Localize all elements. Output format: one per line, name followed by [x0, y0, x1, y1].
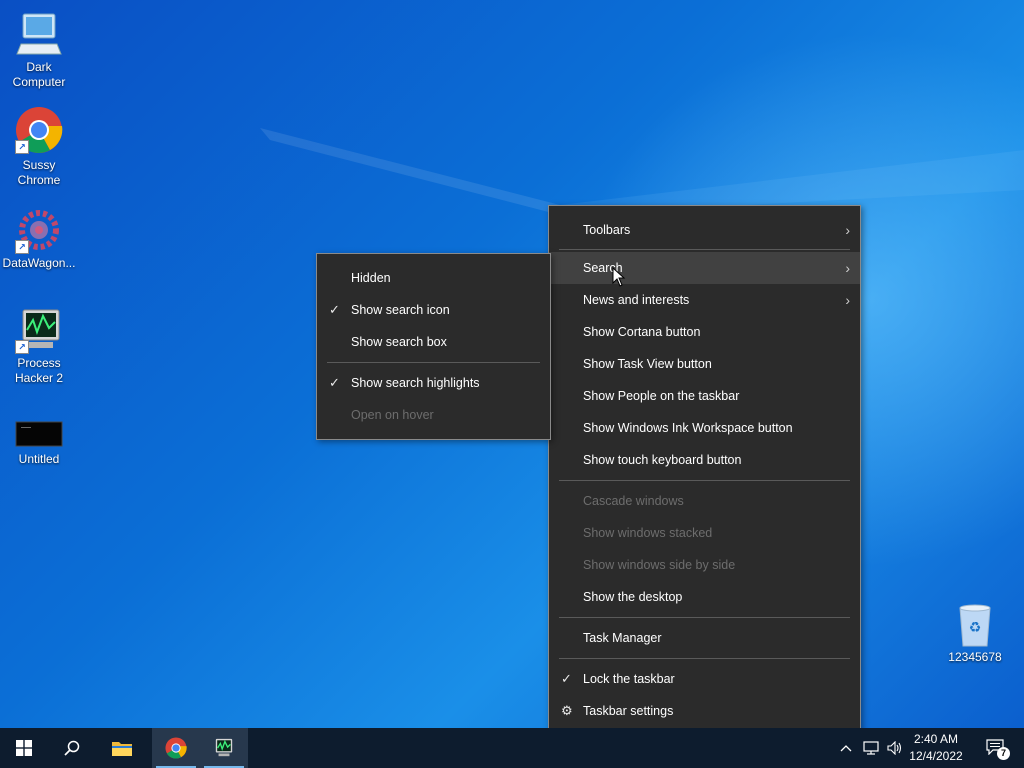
menu-item-show-cortana[interactable]: Show Cortana button — [549, 316, 860, 348]
start-button[interactable] — [0, 728, 48, 768]
checkmark-icon: ✓ — [329, 302, 340, 317]
menu-item-cascade-windows: Cascade windows — [549, 485, 860, 517]
search-icon — [64, 740, 80, 756]
taskbar[interactable]: 2:40 AM 12/4/2022 7 — [0, 728, 1024, 768]
recycle-bin-icon: ♻ — [951, 600, 999, 648]
desktop-icon-label: Untitled — [18, 452, 60, 466]
chrome-taskbar-button[interactable] — [152, 728, 200, 768]
menu-item-label: Show Windows Ink Workspace button — [583, 421, 793, 435]
desktop-icon-sussy-chrome[interactable]: ↗ Sussy Chrome — [1, 106, 77, 188]
desktop-icon-label: 12345678 — [948, 650, 1002, 664]
menu-item-label: Show touch keyboard button — [583, 453, 742, 467]
menu-item-label: Show Cortana button — [583, 325, 701, 339]
menu-item-label: Lock the taskbar — [583, 672, 675, 686]
menu-item-news-and-interests[interactable]: News and interests › — [549, 284, 860, 316]
speaker-icon — [887, 741, 902, 755]
shortcut-arrow-icon: ↗ — [15, 240, 29, 254]
chrome-icon — [165, 737, 187, 759]
checkmark-icon: ✓ — [329, 375, 340, 390]
menu-item-label: Toolbars — [583, 223, 631, 237]
shortcut-arrow-icon: ↗ — [15, 140, 29, 154]
action-center-button[interactable]: 7 — [976, 728, 1016, 768]
taskbar-context-menu: Toolbars › Search › News and interests ›… — [548, 205, 861, 734]
desktop-icon-label: DataWagon... — [2, 256, 76, 270]
menu-item-label: Cascade windows — [583, 494, 684, 508]
svg-text:♻: ♻ — [969, 620, 982, 636]
menu-separator — [327, 362, 540, 363]
chevron-right-icon: › — [845, 222, 850, 238]
menu-item-label: Taskbar settings — [583, 704, 674, 718]
desktop-icon-datawagon[interactable]: ↗ DataWagon... — [1, 206, 77, 271]
menu-item-label: Show search box — [351, 335, 447, 349]
menu-item-label: Open on hover — [351, 408, 434, 422]
clock-date: 12/4/2022 — [909, 749, 963, 763]
volume-button[interactable] — [884, 728, 906, 768]
menu-item-label: Show the desktop — [583, 590, 683, 604]
show-hidden-icons-button[interactable] — [836, 728, 856, 768]
mouse-cursor-icon — [612, 267, 626, 287]
desktop-icon-process-hacker[interactable]: ↗ Process Hacker 2 — [1, 306, 77, 386]
menu-item-search[interactable]: Search › — [549, 252, 860, 284]
menu-item-show-people[interactable]: Show People on the taskbar — [549, 380, 860, 412]
menu-item-show-ink-workspace[interactable]: Show Windows Ink Workspace button — [549, 412, 860, 444]
desktop-icon-label: Sussy Chrome — [17, 158, 61, 187]
network-button[interactable] — [860, 728, 882, 768]
process-hacker-icon: ↗ — [15, 306, 63, 354]
submenu-item-show-search-box[interactable]: Show search box — [317, 326, 550, 358]
process-hacker-icon — [215, 738, 233, 757]
desktop-icon-label: Dark Computer — [12, 60, 66, 89]
submenu-item-show-search-icon[interactable]: ✓ Show search icon — [317, 294, 550, 326]
desktop-icon-untitled[interactable]: Untitled — [1, 418, 77, 467]
menu-item-show-desktop[interactable]: Show the desktop — [549, 581, 860, 613]
checkmark-icon: ✓ — [561, 671, 572, 686]
clock-time: 2:40 AM — [913, 732, 959, 746]
menu-item-label: Show search highlights — [351, 376, 480, 390]
menu-item-label: Show windows side by side — [583, 558, 736, 572]
network-icon — [863, 741, 879, 755]
gear-icon: ⚙ — [561, 703, 573, 718]
desktop-icon-label: Process Hacker 2 — [14, 356, 64, 385]
menu-separator — [559, 249, 850, 250]
menu-item-windows-side-by-side: Show windows side by side — [549, 549, 860, 581]
menu-item-show-task-view[interactable]: Show Task View button — [549, 348, 860, 380]
file-explorer-icon — [112, 742, 132, 756]
datawagon-icon: ↗ — [15, 206, 63, 254]
taskbar-clock[interactable]: 2:40 AM 12/4/2022 — [906, 731, 966, 765]
menu-item-label: Show People on the taskbar — [583, 389, 740, 403]
chrome-icon: ↗ — [15, 106, 63, 154]
menu-item-windows-stacked: Show windows stacked — [549, 517, 860, 549]
chevron-up-icon — [840, 745, 852, 752]
file-explorer-button[interactable] — [98, 728, 146, 768]
chevron-right-icon: › — [845, 260, 850, 276]
menu-item-label: Show Task View button — [583, 357, 712, 371]
submenu-item-hidden[interactable]: Hidden — [317, 262, 550, 294]
desktop-icon-dark-computer[interactable]: Dark Computer — [1, 10, 77, 90]
process-hacker-taskbar-button[interactable] — [200, 728, 248, 768]
document-thumbnail-icon — [15, 418, 63, 448]
menu-item-toolbars[interactable]: Toolbars › — [549, 214, 860, 246]
search-button[interactable] — [48, 728, 96, 768]
menu-item-task-manager[interactable]: Task Manager — [549, 622, 860, 654]
shortcut-arrow-icon: ↗ — [15, 340, 29, 354]
menu-separator — [559, 617, 850, 618]
notification-count-badge: 7 — [997, 747, 1010, 760]
menu-item-show-touch-keyboard[interactable]: Show touch keyboard button — [549, 444, 860, 476]
submenu-item-show-search-highlights[interactable]: ✓ Show search highlights — [317, 367, 550, 399]
menu-item-label: Show search icon — [351, 303, 450, 317]
menu-item-label: Hidden — [351, 271, 391, 285]
desktop-icon-recycle-bin[interactable]: ♻ 12345678 — [937, 600, 1013, 665]
windows-logo-icon — [16, 740, 32, 756]
menu-item-label: Task Manager — [583, 631, 662, 645]
chevron-right-icon: › — [845, 292, 850, 308]
menu-item-lock-taskbar[interactable]: ✓ Lock the taskbar — [549, 663, 860, 695]
menu-separator — [559, 480, 850, 481]
menu-item-taskbar-settings[interactable]: ⚙ Taskbar settings — [549, 695, 860, 727]
submenu-item-open-on-hover: Open on hover — [317, 399, 550, 431]
menu-item-label: Show windows stacked — [583, 526, 713, 540]
menu-separator — [559, 658, 850, 659]
menu-item-label: News and interests — [583, 293, 690, 307]
search-submenu: Hidden ✓ Show search icon Show search bo… — [316, 253, 551, 440]
computer-icon — [15, 10, 63, 58]
